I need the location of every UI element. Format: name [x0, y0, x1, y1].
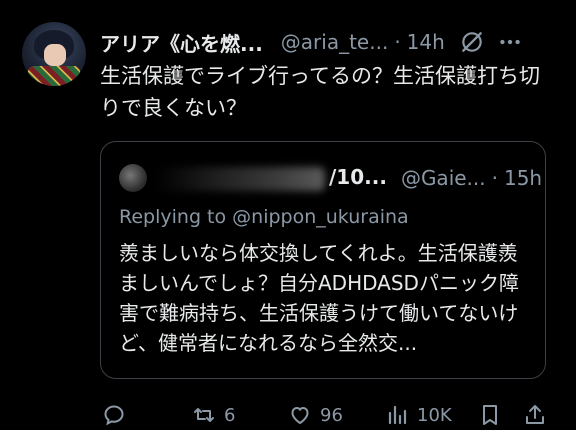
avatar-haori	[28, 66, 80, 86]
quote-handle: @Gaie...	[400, 166, 486, 190]
like-button[interactable]: 96	[288, 400, 343, 430]
reply-icon	[104, 405, 124, 426]
views-icon	[388, 405, 407, 425]
display-name[interactable]: アリア《心を燃...	[100, 28, 263, 57]
user-handle[interactable]: @aria_te...	[281, 30, 389, 54]
reply-button[interactable]	[102, 400, 134, 430]
replying-to-prefix: Replying to	[119, 206, 233, 228]
share-icon	[526, 405, 544, 424]
retweet-icon	[194, 408, 214, 422]
bookmark-icon	[483, 405, 497, 425]
action-bar: 6 96 10K	[100, 400, 566, 430]
share-button[interactable]	[523, 400, 547, 430]
tweet-header: アリア《心を燃... @aria_te... · 14h	[100, 26, 566, 58]
retweet-count: 6	[224, 404, 236, 426]
quote-display-name: /10...	[155, 165, 387, 191]
bookmark-button[interactable]	[478, 400, 502, 430]
timestamp[interactable]: 14h	[407, 30, 445, 54]
avatar[interactable]	[22, 22, 86, 86]
grok-icon[interactable]	[459, 29, 485, 55]
views-count: 10K	[417, 404, 452, 426]
quote-separator: ·	[491, 166, 498, 190]
reply-mention[interactable]: @nippon_ukuraina	[232, 206, 409, 228]
quote-header: /10... @Gaie... · 15h	[119, 164, 542, 192]
replying-to: Replying to @nippon_ukuraina	[119, 206, 409, 228]
like-icon	[291, 407, 309, 424]
separator-dot: ·	[394, 30, 401, 54]
like-count: 96	[320, 404, 343, 426]
views-button[interactable]: 10K	[385, 400, 452, 430]
quote-display-name-text: /10...	[329, 165, 387, 190]
quote-avatar	[119, 164, 147, 192]
tweet-text: 生活保護でライブ行ってるの？生活保護打ち切りで良くない？	[100, 64, 540, 120]
blurred-name	[155, 166, 325, 191]
quoted-tweet[interactable]: /10... @Gaie... · 15h Replying to @nippo…	[100, 141, 546, 379]
quote-text: 羨ましいなら体交換してくれよ。生活保護羨ましいんでしょ？自分ADHDASDパニッ…	[119, 241, 519, 355]
quote-timestamp: 15h	[503, 166, 543, 190]
retweet-button[interactable]: 6	[192, 400, 235, 430]
more-icon[interactable]	[497, 29, 523, 55]
avatar-face	[44, 44, 66, 66]
